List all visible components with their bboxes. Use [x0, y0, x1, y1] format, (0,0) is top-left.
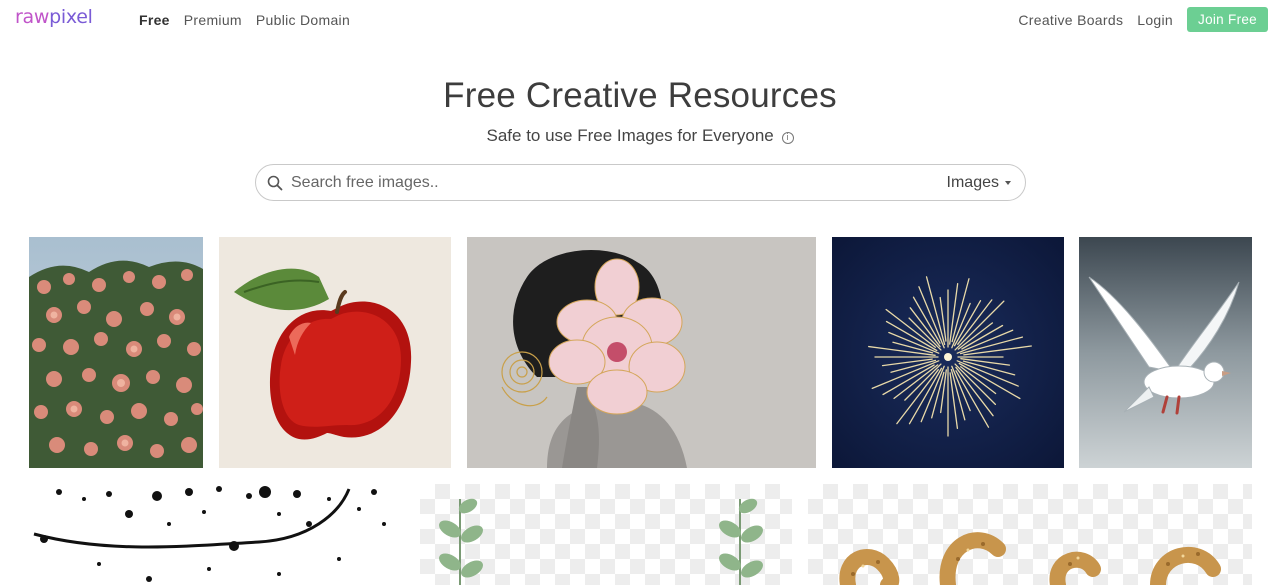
page-title: Free Creative Resources [443, 76, 837, 115]
top-navbar: rawpixel Free Premium Public Domain Crea… [0, 0, 1280, 40]
image-tile-fireworks[interactable] [832, 237, 1064, 468]
fireworks-image [832, 237, 1064, 468]
page-subtitle-text: Safe to use Free Images for Everyone [486, 126, 774, 145]
nav-link-creative-boards[interactable]: Creative Boards [1018, 12, 1123, 28]
search-input[interactable] [291, 171, 911, 195]
search-bar: Images [255, 164, 1026, 201]
search-type-dropdown[interactable]: Images [947, 174, 1011, 192]
leaf-branches-image [439, 498, 763, 585]
image-tile-leaf-branches[interactable] [420, 484, 792, 585]
search-type-label: Images [946, 174, 999, 191]
dove-image [1079, 237, 1252, 468]
account-nav: Creative Boards Login Join Free [1018, 7, 1268, 32]
glitter-letters-image [839, 532, 1221, 585]
image-tile-white-dove[interactable] [1079, 237, 1252, 468]
rawpixel-logo[interactable]: rawpixel [15, 6, 93, 28]
nav-link-public-domain[interactable]: Public Domain [256, 12, 350, 28]
image-tile-glitter-letters[interactable] [808, 484, 1252, 585]
logo-text-pixel: pixel [49, 6, 93, 28]
image-tile-ink-splatter[interactable] [29, 484, 404, 585]
nav-link-free[interactable]: Free [139, 12, 170, 28]
image-tile-pink-roses[interactable] [29, 237, 203, 468]
logo-text-raw: raw [15, 6, 50, 28]
join-free-button[interactable]: Join Free [1187, 7, 1268, 32]
ink-splatter-image [33, 486, 386, 582]
page-subtitle: Safe to use Free Images for Everyone i [0, 126, 1280, 146]
nav-link-login[interactable]: Login [1137, 12, 1173, 28]
flower-face-image [467, 237, 816, 468]
license-nav: Free Premium Public Domain [139, 12, 350, 28]
apple-image [219, 237, 451, 468]
nav-link-premium[interactable]: Premium [184, 12, 242, 28]
image-tile-red-apple[interactable] [219, 237, 451, 468]
image-tile-flower-face-woman[interactable] [467, 237, 816, 468]
info-icon[interactable]: i [781, 132, 794, 144]
search-icon[interactable] [267, 175, 283, 191]
roses-image [29, 237, 203, 468]
chevron-down-icon [1005, 181, 1011, 185]
